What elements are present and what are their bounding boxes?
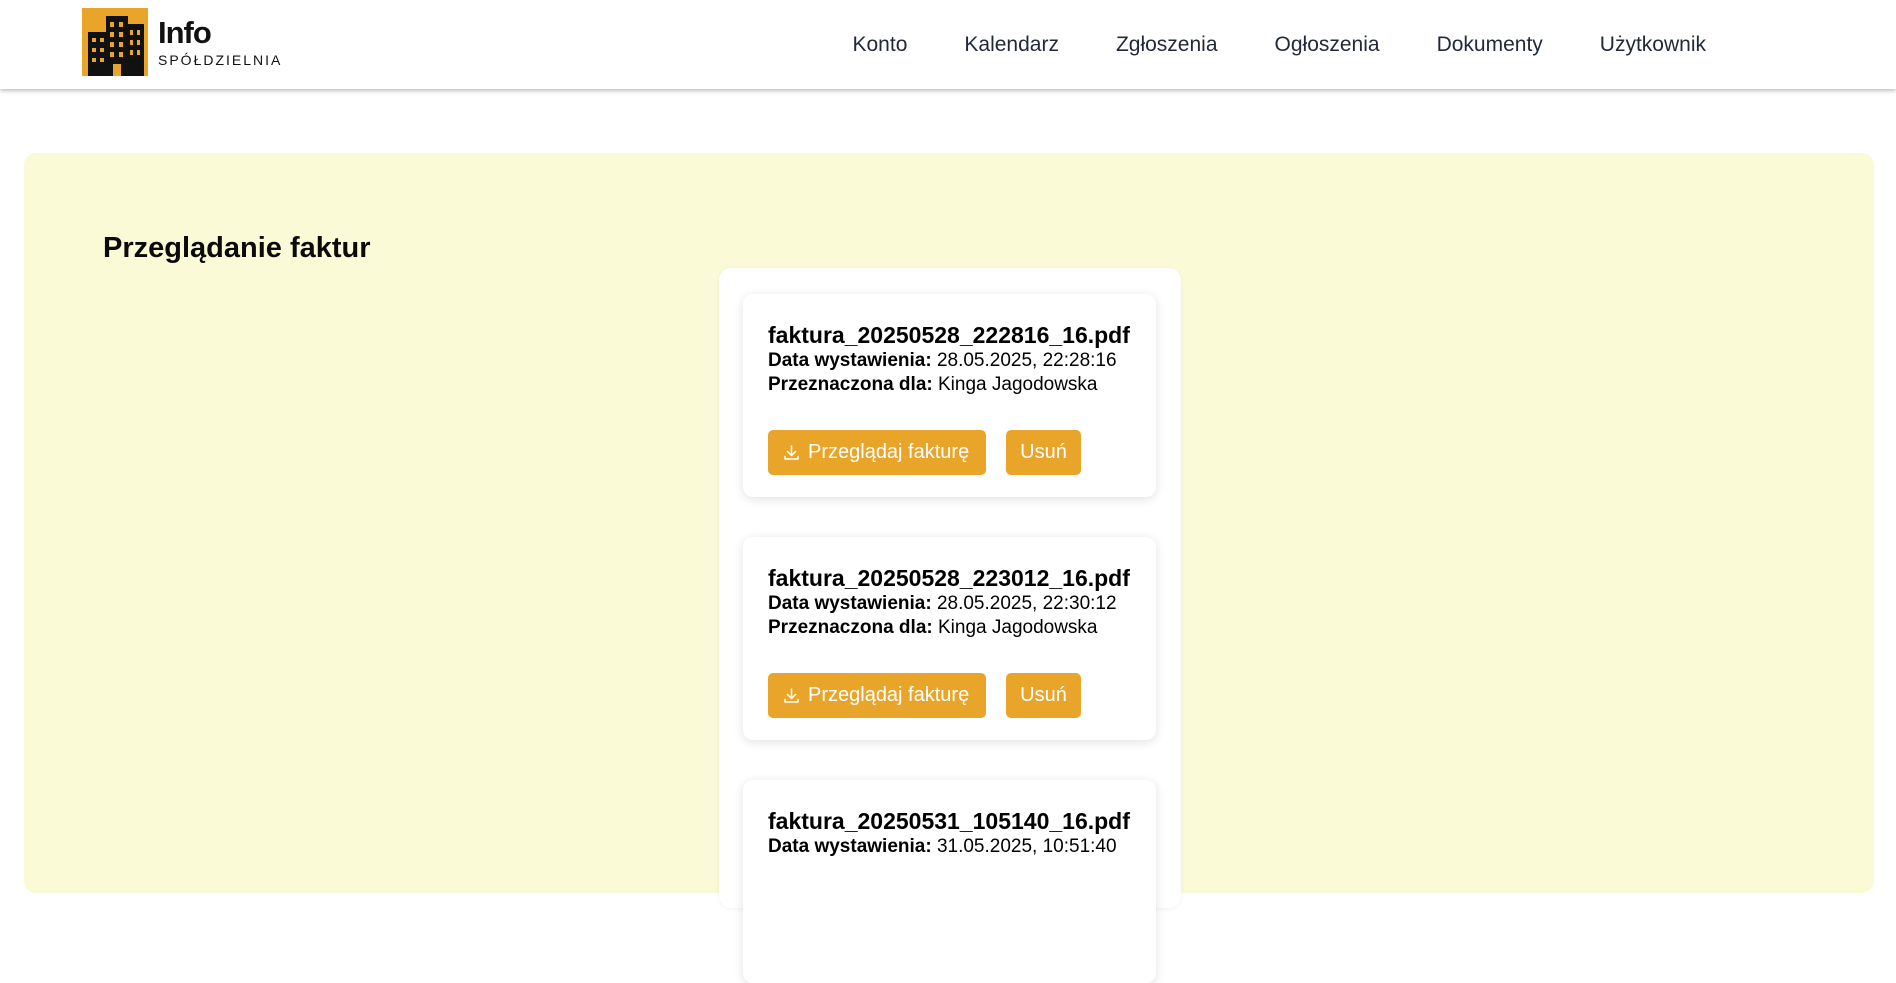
nav-zgloszenia[interactable]: Zgłoszenia — [1116, 33, 1218, 57]
invoice-issue-date: Data wystawienia: 28.05.2025, 22:30:12 — [768, 592, 1131, 616]
issue-date-value: 28.05.2025, 22:30:12 — [936, 593, 1117, 614]
logo-link[interactable]: Info SPÓŁDZIELNIA — [82, 8, 282, 76]
nav-uzytkownik[interactable]: Użytkownik — [1600, 33, 1706, 57]
invoice-filename: faktura_20250528_223012_16.pdf — [768, 565, 1130, 591]
view-invoice-label: Przeglądaj fakturę — [808, 684, 970, 706]
invoice-actions: Przeglądaj fakturę Usuń — [768, 430, 1081, 475]
page-title: Przeglądanie faktur — [103, 232, 371, 264]
invoice-card: faktura_20250528_223012_16.pdf Data wyst… — [743, 537, 1156, 740]
invoice-actions: Przeglądaj fakturę Usuń — [768, 673, 1081, 718]
top-navbar: Info SPÓŁDZIELNIA Konto Kalendarz Zgłosz… — [0, 0, 1896, 89]
nav-ogloszenia[interactable]: Ogłoszenia — [1275, 33, 1380, 57]
invoice-recipient: Przeznaczona dla: Kinga Jagodowska — [768, 373, 1131, 397]
download-icon — [783, 687, 800, 704]
view-invoice-button[interactable]: Przeglądaj fakturę — [768, 673, 986, 718]
recipient-label: Przeznaczona dla: — [768, 617, 933, 638]
nav-kalendarz[interactable]: Kalendarz — [964, 33, 1059, 57]
nav-konto[interactable]: Konto — [853, 33, 908, 57]
issue-date-value: 31.05.2025, 10:51:40 — [936, 836, 1117, 857]
delete-invoice-button[interactable]: Usuń — [1006, 673, 1081, 718]
issue-date-label: Data wystawienia: — [768, 836, 932, 857]
recipient-value: Kinga Jagodowska — [938, 617, 1098, 638]
delete-invoice-button[interactable]: Usuń — [1006, 430, 1081, 475]
building-logo-icon — [82, 8, 148, 76]
main-nav: Konto Kalendarz Zgłoszenia Ogłoszenia Do… — [796, 0, 1707, 89]
issue-date-value: 28.05.2025, 22:28:16 — [936, 350, 1117, 371]
view-invoice-label: Przeglądaj fakturę — [808, 441, 970, 463]
invoice-filename: faktura_20250531_105140_16.pdf — [768, 808, 1130, 834]
download-icon — [783, 444, 800, 461]
invoice-filename: faktura_20250528_222816_16.pdf — [768, 322, 1130, 348]
issue-date-label: Data wystawienia: — [768, 593, 932, 614]
recipient-value: Kinga Jagodowska — [938, 374, 1098, 395]
logo-subtitle: SPÓŁDZIELNIA — [158, 52, 283, 68]
logo-text: Info SPÓŁDZIELNIA — [158, 15, 283, 69]
issue-date-label: Data wystawienia: — [768, 350, 932, 371]
invoice-issue-date: Data wystawienia: 31.05.2025, 10:51:40 — [768, 835, 1131, 859]
nav-dokumenty[interactable]: Dokumenty — [1437, 33, 1543, 57]
view-invoice-button[interactable]: Przeglądaj fakturę — [768, 430, 986, 475]
invoice-issue-date: Data wystawienia: 28.05.2025, 22:28:16 — [768, 349, 1131, 373]
recipient-label: Przeznaczona dla: — [768, 374, 933, 395]
invoice-card: faktura_20250531_105140_16.pdf Data wyst… — [743, 780, 1156, 983]
logo-title: Info — [158, 15, 212, 50]
invoice-card: faktura_20250528_222816_16.pdf Data wyst… — [743, 294, 1156, 497]
invoice-recipient: Przeznaczona dla: Kinga Jagodowska — [768, 616, 1131, 640]
